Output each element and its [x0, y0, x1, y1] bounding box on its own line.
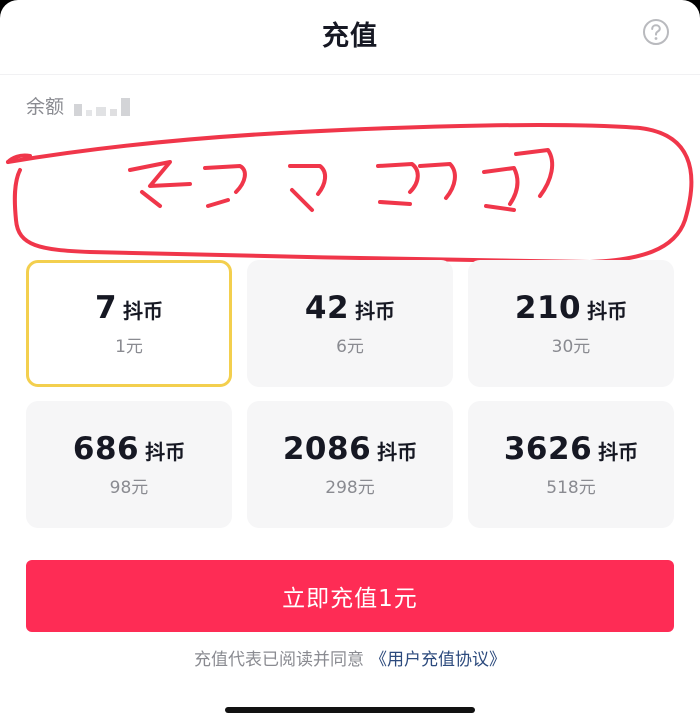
package-coin-amount: 7: [94, 290, 118, 326]
question-circle-icon[interactable]: [642, 18, 670, 46]
package-coin-unit: 抖币: [145, 440, 186, 464]
package-card-2[interactable]: 42 抖币 6元: [247, 260, 453, 387]
header-divider: [0, 74, 700, 75]
package-card-3[interactable]: 210 抖币 30元: [468, 260, 674, 387]
package-grid: 7 抖币 1元 42 抖币 6元 210 抖币 30元 686 抖币 98元 2…: [26, 260, 674, 528]
package-coin-amount: 3626: [503, 431, 593, 467]
package-card-5[interactable]: 2086 抖币 298元: [247, 401, 453, 528]
package-price: 1元: [115, 337, 143, 357]
package-coin-amount: 2086: [282, 431, 372, 467]
package-coin-unit: 抖币: [355, 299, 396, 323]
home-indicator: [225, 707, 475, 713]
package-coin-unit: 抖币: [123, 299, 164, 323]
user-recharge-agreement-link[interactable]: 《用户充值协议》: [370, 650, 506, 670]
package-card-4[interactable]: 686 抖币 98元: [26, 401, 232, 528]
recharge-now-button[interactable]: 立即充值1元: [26, 560, 674, 632]
page-title: 充值: [322, 21, 378, 52]
package-coin-amount: 686: [72, 431, 140, 467]
package-coin-unit: 抖币: [598, 440, 639, 464]
package-price: 298元: [325, 478, 375, 498]
package-coin-unit: 抖币: [587, 299, 628, 323]
handwritten-annotation: [6, 123, 694, 264]
package-coin-unit: 抖币: [377, 440, 418, 464]
package-price: 98元: [109, 478, 149, 498]
package-card-6[interactable]: 3626 抖币 518元: [468, 401, 674, 528]
package-price: 30元: [551, 337, 591, 357]
package-coin-amount: 210: [514, 290, 582, 326]
agreement-line: 充值代表已阅读并同意 《用户充值协议》: [0, 645, 700, 670]
package-price: 518元: [546, 478, 596, 498]
agreement-text: 充值代表已阅读并同意: [194, 650, 364, 670]
package-price: 6元: [336, 337, 364, 357]
package-card-1[interactable]: 7 抖币 1元: [26, 260, 232, 387]
recharge-sheet: 充值 余额 7 抖币 1元 42 抖币 6元 210 抖币 30元 686 抖币…: [0, 0, 700, 727]
package-coin-amount: 42: [304, 290, 350, 326]
